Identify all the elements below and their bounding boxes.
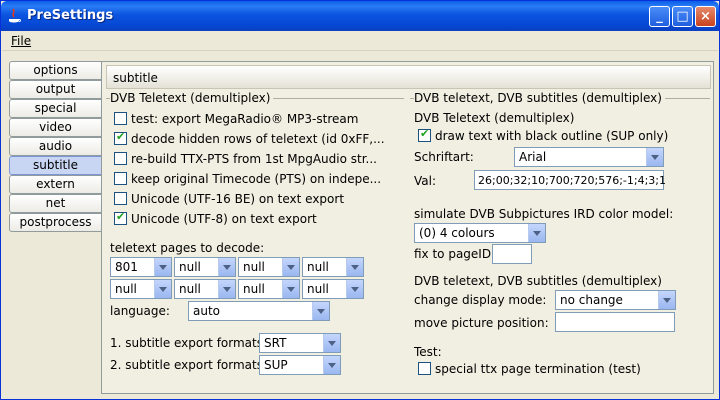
title-bar[interactable]: PreSettings _ □ × bbox=[1, 1, 719, 31]
tab-options[interactable]: options bbox=[9, 61, 101, 80]
page-select-5[interactable]: null bbox=[110, 279, 172, 299]
chevron-down-icon[interactable] bbox=[528, 224, 545, 242]
panel-header-label: subtitle bbox=[113, 71, 158, 85]
chevron-down-icon[interactable] bbox=[323, 334, 340, 352]
val-label: Val: bbox=[414, 174, 437, 188]
tab-net[interactable]: net bbox=[9, 194, 101, 213]
language-select[interactable]: auto bbox=[188, 301, 330, 321]
subtitle-panel: subtitle DVB Teletext (demultiplex) test… bbox=[101, 61, 714, 394]
chevron-down-icon[interactable] bbox=[658, 291, 675, 309]
close-icon: × bbox=[700, 9, 711, 24]
checkbox-utf8[interactable]: Unicode (UTF-8) on text export bbox=[114, 210, 317, 230]
val-field[interactable]: 26;00;32;10;700;720;576;-1;4;3;1 bbox=[474, 170, 666, 190]
checkbox-rebuild-pts[interactable]: re-build TTX-PTS from 1st MpgAudio str..… bbox=[114, 152, 377, 170]
page-select-8[interactable]: null bbox=[302, 279, 364, 299]
checkbox-box[interactable] bbox=[418, 127, 431, 142]
tab-postprocess[interactable]: postprocess bbox=[9, 213, 101, 232]
checkbox-box[interactable] bbox=[418, 362, 431, 375]
page-select-6[interactable]: null bbox=[174, 279, 236, 299]
right-subtitle: DVB Teletext (demultiplex) bbox=[414, 111, 575, 125]
checkbox-box[interactable] bbox=[114, 172, 127, 185]
move-label: move picture position: bbox=[414, 316, 549, 330]
checkbox-hidden-rows[interactable]: decode hidden rows of teletext (id 0xFF,… bbox=[114, 130, 385, 150]
close-button[interactable]: × bbox=[695, 6, 716, 27]
checkbox-keep-timecode[interactable]: keep original Timecode (PTS) on indepe..… bbox=[114, 172, 381, 190]
chevron-down-icon[interactable] bbox=[282, 280, 299, 298]
tab-special[interactable]: special bbox=[9, 99, 101, 118]
export1-label: 1. subtitle export formats: bbox=[110, 336, 268, 350]
export2-label: 2. subtitle export formats: bbox=[110, 358, 268, 372]
left-group-title: DVB Teletext (demultiplex) bbox=[110, 91, 274, 105]
ird-label: simulate DVB Subpictures IRD color model… bbox=[414, 207, 674, 221]
checkbox-label: decode hidden rows of teletext (id 0xFF,… bbox=[131, 132, 385, 146]
checkbox-label: draw text with black outline (SUP only) bbox=[435, 129, 669, 143]
tab-subtitle[interactable]: subtitle bbox=[9, 156, 101, 175]
checkbox-box[interactable] bbox=[114, 210, 127, 225]
checkbox-box[interactable] bbox=[114, 130, 127, 145]
checkbox-label: Unicode (UTF-8) on text export bbox=[131, 212, 317, 226]
page-select-2[interactable]: null bbox=[174, 257, 236, 277]
ird-select[interactable]: (0) 4 colours bbox=[414, 223, 546, 243]
export2-select[interactable]: SUP bbox=[259, 355, 341, 375]
tab-list: options output special video audio subti… bbox=[9, 61, 101, 232]
checkbox-label: re-build TTX-PTS from 1st MpgAudio str..… bbox=[131, 152, 377, 166]
test-label: Test: bbox=[414, 345, 442, 359]
chevron-down-icon[interactable] bbox=[218, 258, 235, 276]
font-label: Schriftart: bbox=[414, 150, 474, 164]
presettings-window: PreSettings _ □ × File options output sp… bbox=[0, 0, 720, 400]
checkbox-box[interactable] bbox=[114, 152, 127, 165]
chevron-down-icon[interactable] bbox=[218, 280, 235, 298]
pageid-label: fix to pageID: bbox=[414, 247, 496, 261]
chevron-down-icon[interactable] bbox=[346, 280, 363, 298]
page-select-1[interactable]: 801 bbox=[110, 257, 172, 277]
checkbox-black-outline[interactable]: draw text with black outline (SUP only) bbox=[418, 127, 669, 147]
checkbox-box[interactable] bbox=[114, 112, 127, 125]
pages-label: teletext pages to decode: bbox=[110, 241, 265, 255]
tab-audio[interactable]: audio bbox=[9, 137, 101, 156]
checkbox-label: test: export MegaRadio® MP3-stream bbox=[131, 112, 359, 126]
checkbox-box[interactable] bbox=[114, 192, 127, 205]
minimize-button[interactable]: _ bbox=[649, 6, 670, 27]
tab-video[interactable]: video bbox=[9, 118, 101, 137]
minimize-icon: _ bbox=[656, 9, 663, 24]
chevron-down-icon[interactable] bbox=[323, 356, 340, 374]
java-app-icon bbox=[9, 8, 21, 23]
page-select-3[interactable]: null bbox=[238, 257, 300, 277]
tab-extern[interactable]: extern bbox=[9, 175, 101, 194]
pageid-field[interactable] bbox=[492, 244, 532, 264]
checkbox-label: special ttx page termination (test) bbox=[435, 362, 641, 376]
display-group-title: DVB teletext, DVB subtitles (demultiplex… bbox=[414, 274, 662, 288]
window-title: PreSettings bbox=[27, 8, 114, 23]
display-mode-label: change display mode: bbox=[414, 293, 547, 307]
menu-bar: File bbox=[2, 31, 718, 51]
export1-select[interactable]: SRT bbox=[259, 333, 341, 353]
checkbox-megaradio[interactable]: test: export MegaRadio® MP3-stream bbox=[114, 112, 358, 130]
panel-header: subtitle bbox=[106, 65, 711, 89]
font-select[interactable]: Arial bbox=[514, 147, 664, 167]
chevron-down-icon[interactable] bbox=[282, 258, 299, 276]
chevron-down-icon[interactable] bbox=[312, 302, 329, 320]
checkbox-utf16[interactable]: Unicode (UTF-16 BE) on text export bbox=[114, 192, 344, 210]
move-field[interactable] bbox=[555, 312, 675, 332]
maximize-icon: □ bbox=[676, 9, 689, 24]
page-select-7[interactable]: null bbox=[238, 279, 300, 299]
menu-file[interactable]: File bbox=[11, 34, 31, 48]
chevron-down-icon[interactable] bbox=[646, 148, 663, 166]
chevron-down-icon[interactable] bbox=[154, 280, 171, 298]
language-label: language: bbox=[110, 304, 170, 318]
chevron-down-icon[interactable] bbox=[154, 258, 171, 276]
tab-output[interactable]: output bbox=[9, 80, 101, 99]
right-group-title: DVB teletext, DVB subtitles (demultiplex… bbox=[414, 91, 665, 105]
display-mode-select[interactable]: no change bbox=[555, 290, 676, 310]
maximize-button[interactable]: □ bbox=[672, 6, 693, 27]
checkbox-label: keep original Timecode (PTS) on indepe..… bbox=[131, 172, 382, 186]
checkbox-ttx-termination[interactable]: special ttx page termination (test) bbox=[418, 362, 641, 380]
chevron-down-icon[interactable] bbox=[346, 258, 363, 276]
checkbox-label: Unicode (UTF-16 BE) on text export bbox=[131, 192, 345, 206]
page-select-4[interactable]: null bbox=[302, 257, 364, 277]
